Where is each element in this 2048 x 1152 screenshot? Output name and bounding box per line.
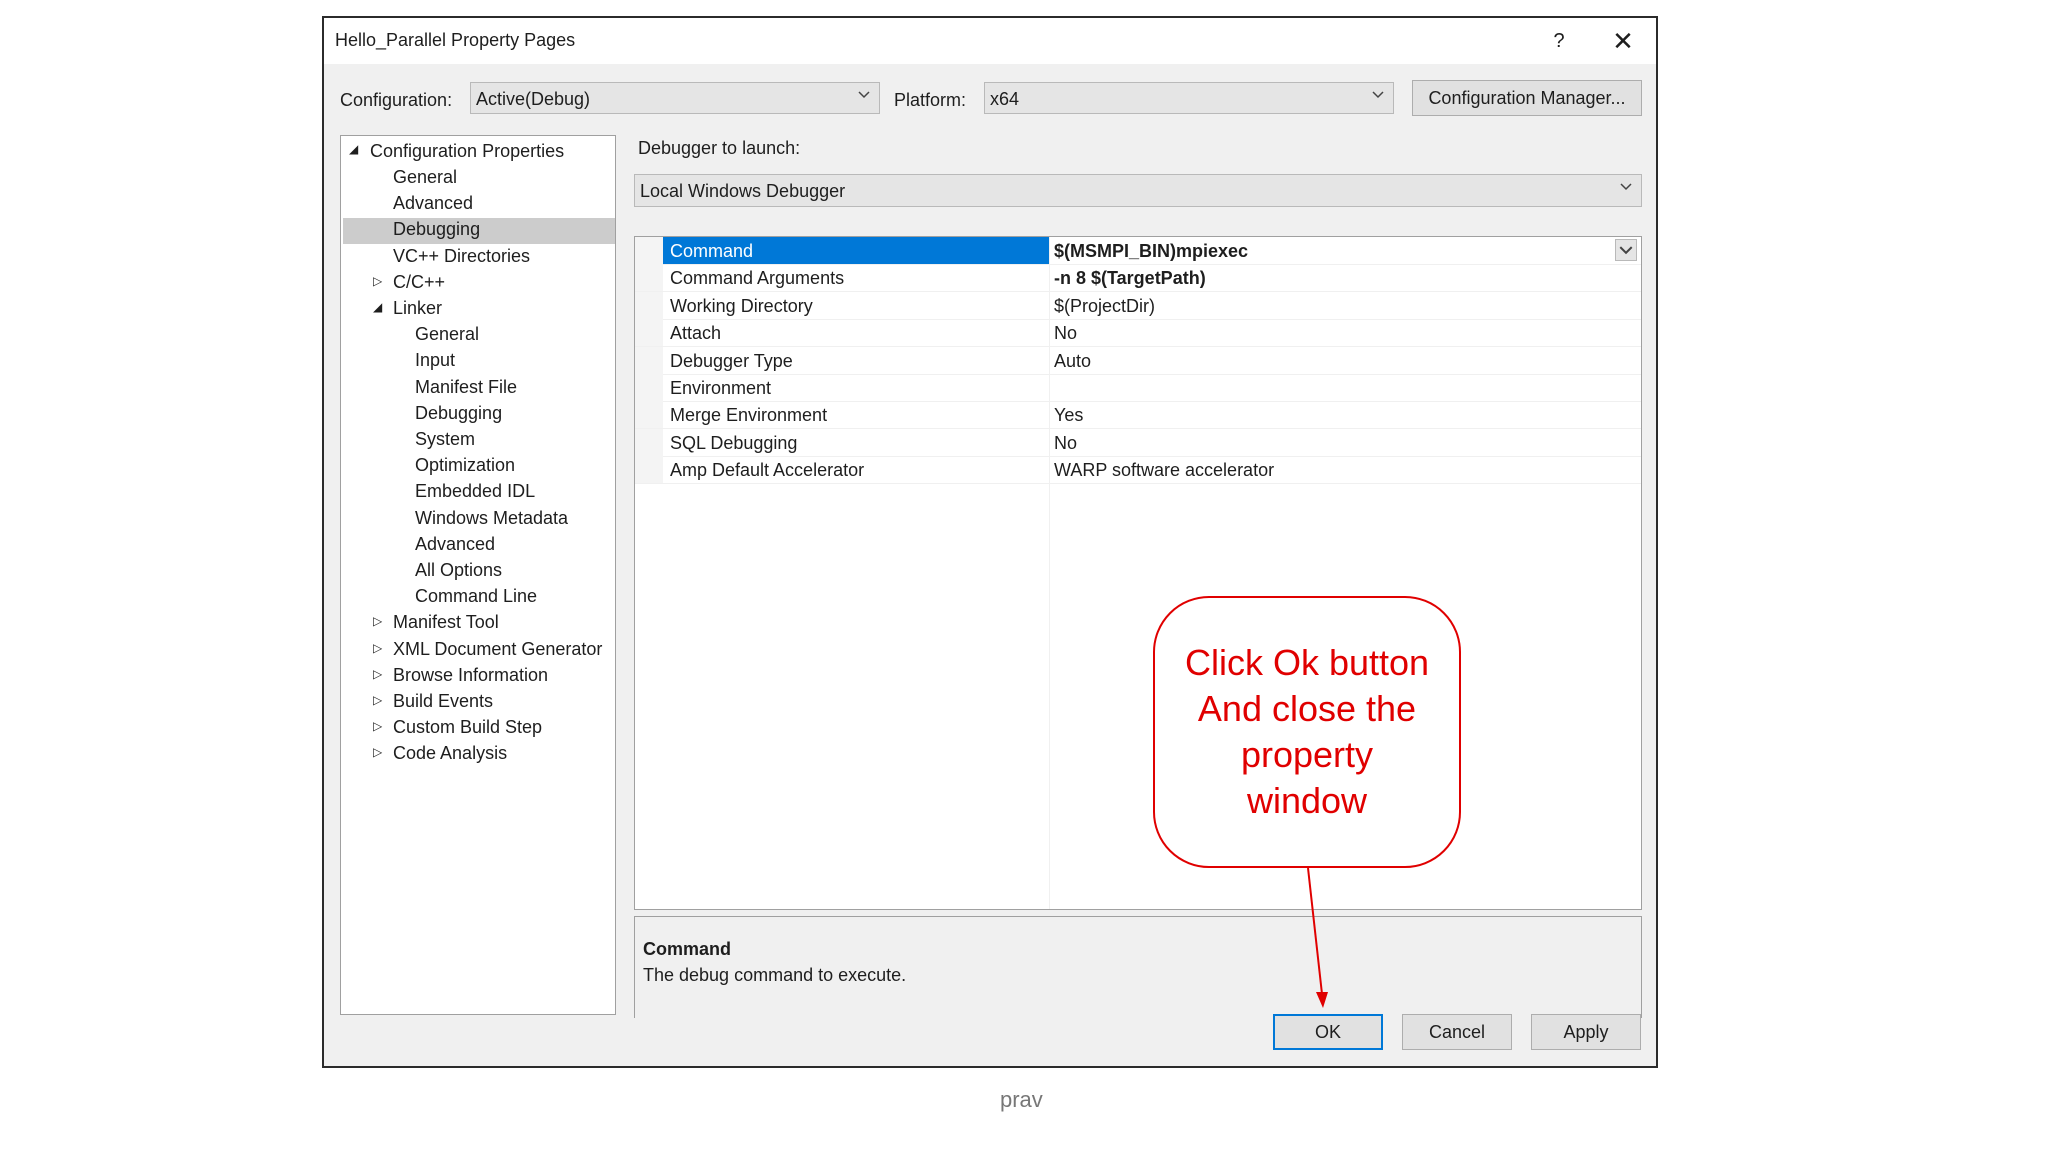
callout-arrow <box>1307 867 1328 1008</box>
arrow-line <box>1307 867 1323 995</box>
arrowhead-icon <box>1316 992 1328 1008</box>
watermark: prav <box>1000 1087 1043 1112</box>
